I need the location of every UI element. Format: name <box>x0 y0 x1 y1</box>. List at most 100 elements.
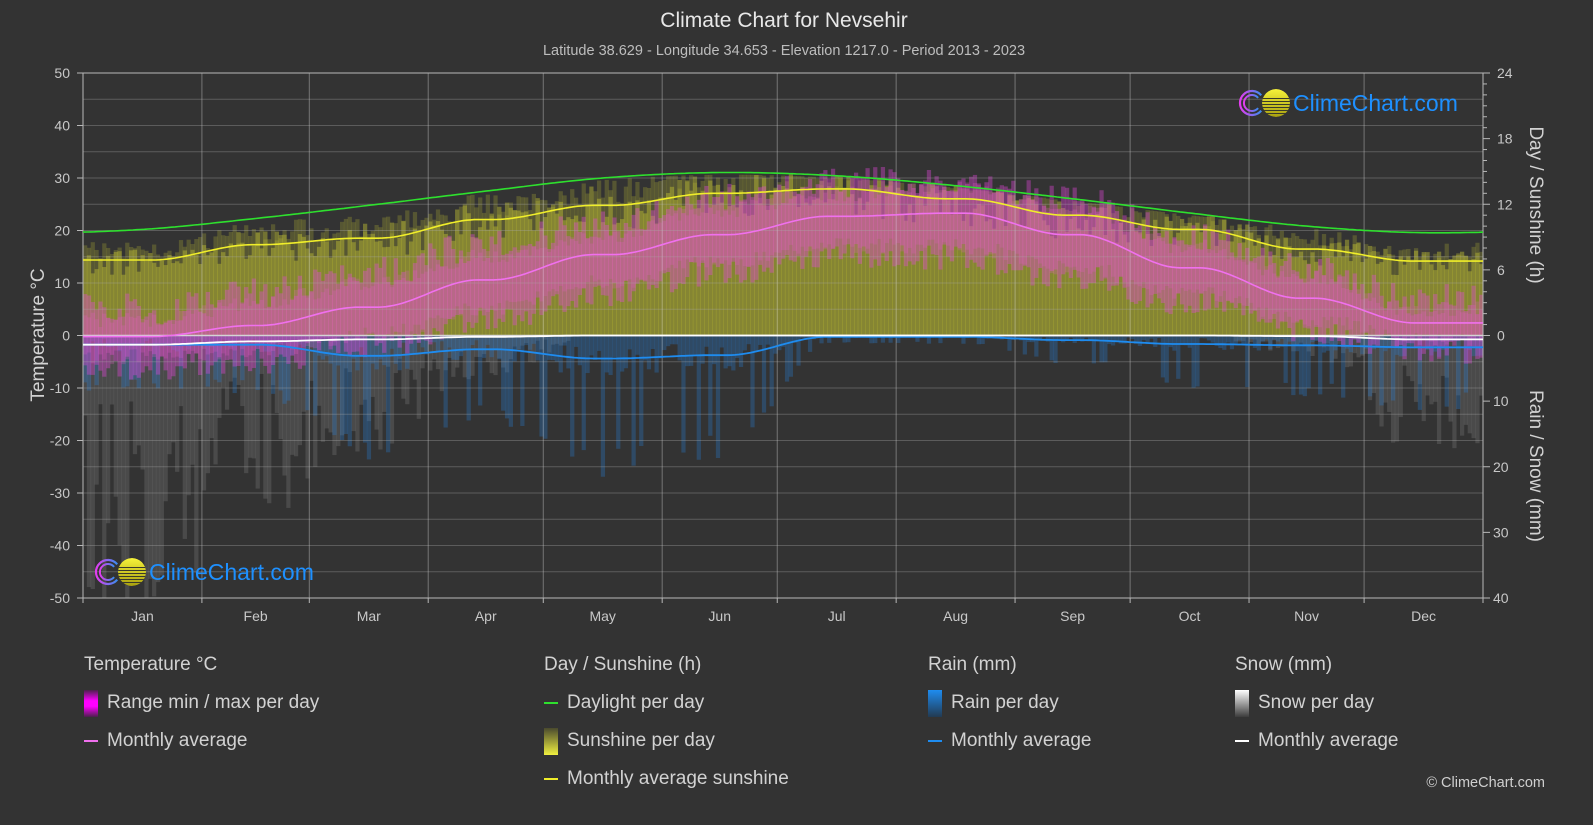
temperature-range-day-bar <box>504 261 510 301</box>
rain-day-bar <box>332 335 337 436</box>
snow-day-bar <box>159 335 164 576</box>
temperature-range-day-bar <box>735 216 740 265</box>
temperature-range-day-bar <box>531 246 537 305</box>
rain-day-bar <box>593 335 598 360</box>
rain-day-bar <box>635 335 640 355</box>
temperature-average-swatch <box>84 740 98 742</box>
temperature-range-day-bar <box>527 255 533 302</box>
temperature-range-day-bar <box>616 241 621 288</box>
right-tick-label-sunshine: 24 <box>1497 65 1513 81</box>
temperature-range-day-bar <box>727 214 732 265</box>
right-tick-label-precipitation: 30 <box>1493 524 1509 540</box>
temperature-range-day-bar <box>393 280 398 337</box>
temperature-range-day-bar <box>1325 284 1330 321</box>
temperature-range-day-bar <box>401 278 406 324</box>
temperature-range-day-bar <box>781 192 786 251</box>
temperature-range-day-bar <box>899 189 905 252</box>
logo-sun-icon <box>118 558 146 586</box>
temperature-range-day-bar <box>474 258 479 316</box>
snow-day-bar <box>194 335 199 573</box>
left-tick-label: 10 <box>54 275 70 291</box>
rain-day-bar <box>497 335 502 360</box>
month-label: Sep <box>1060 608 1085 624</box>
temperature-range-day-bar <box>217 302 222 360</box>
temperature-range-day-bar <box>1310 278 1315 321</box>
rain-day-bar <box>1329 335 1334 384</box>
temperature-range-day-bar <box>984 186 989 255</box>
temperature-range-day-bar <box>1003 203 1008 260</box>
temperature-range-day-bar <box>171 323 176 358</box>
rain-day-bar <box>616 335 621 449</box>
temperature-range-day-bar <box>90 312 95 364</box>
temperature-range-day-bar <box>1463 312 1469 337</box>
legend-item-snow-average: Monthly average <box>1235 722 1398 760</box>
temperature-range-day-bar <box>1375 302 1380 337</box>
temperature-range-day-bar <box>439 266 444 318</box>
temperature-range-day-bar <box>1233 260 1238 298</box>
rain-day-bar <box>1318 335 1323 395</box>
temperature-range-day-bar <box>689 209 694 262</box>
temperature-range-day-bar <box>1344 288 1350 318</box>
right-tick-label-precipitation: 10 <box>1493 393 1509 409</box>
rain-day-bar <box>543 335 548 439</box>
temperature-range-day-bar <box>608 236 613 279</box>
temperature-range-day-bar <box>662 220 667 271</box>
rain-day-bar <box>1187 335 1192 348</box>
temperature-range-day-bar <box>1390 309 1396 347</box>
left-tick-label: 0 <box>62 328 70 344</box>
temperature-range-day-bar <box>301 288 306 342</box>
temperature-range-day-bar <box>700 212 705 261</box>
temperature-range-day-bar <box>1329 279 1334 317</box>
month-label: Mar <box>357 608 381 624</box>
rain-day-bar <box>712 335 717 365</box>
rain-day-bar <box>573 335 579 347</box>
temperature-range-day-bar <box>639 235 644 281</box>
rain-day-bar <box>512 335 517 362</box>
rain-day-bar <box>1099 335 1104 363</box>
rain-day-bar <box>1283 335 1288 383</box>
legend-title: Temperature °C <box>84 654 218 675</box>
temperature-range-day-bar <box>1045 207 1050 269</box>
temperature-range-day-bar <box>443 266 448 319</box>
rain-day-bar <box>758 335 763 345</box>
rain-day-bar <box>696 335 701 460</box>
temperature-range-day-bar <box>777 205 782 253</box>
temperature-range-day-bar <box>109 322 115 365</box>
temperature-range-day-bar <box>247 305 253 356</box>
temperature-range-day-bar <box>278 305 283 344</box>
rain-per-day-swatch <box>928 689 942 717</box>
temperature-range-day-bar <box>1057 216 1062 261</box>
temperature-range-day-bar <box>1191 245 1196 293</box>
rain-day-bar <box>754 335 759 351</box>
rain-average-swatch <box>928 740 942 742</box>
temperature-range-day-bar <box>723 211 728 261</box>
right-tick-label-sunshine: 18 <box>1497 131 1513 147</box>
temperature-range-day-bar <box>1302 278 1307 325</box>
rain-day-bar <box>1168 335 1173 348</box>
legend-item-sunshine-average: Monthly average sunshine <box>544 760 789 798</box>
rain-day-bar <box>570 335 575 457</box>
temperature-range-day-bar <box>1318 283 1323 328</box>
right-tick-label-sunshine: 6 <box>1497 262 1505 278</box>
rain-day-bar <box>619 335 625 372</box>
temperature-range-day-bar <box>1110 223 1116 277</box>
legend-item-daylight: Daylight per day <box>544 684 789 722</box>
temperature-range-day-bar <box>1260 275 1265 317</box>
temperature-range-day-bar <box>823 192 828 250</box>
snow-day-bar <box>401 335 406 399</box>
month-label: Nov <box>1294 608 1319 624</box>
month-label: Aug <box>943 608 968 624</box>
snow-day-bar <box>416 335 421 419</box>
rain-day-bar <box>623 335 629 369</box>
temperature-range-day-bar <box>650 220 655 280</box>
temperature-range-day-bar <box>911 183 916 254</box>
temperature-range-day-bar <box>804 198 809 251</box>
temperature-range-day-bar <box>1114 220 1120 284</box>
temperature-range-day-bar <box>635 229 640 278</box>
right-tick-label-precipitation: 20 <box>1493 459 1509 475</box>
left-tick-label: 50 <box>54 65 70 81</box>
temperature-range-day-bar <box>320 292 326 339</box>
rain-day-bar <box>666 335 671 347</box>
rain-day-bar <box>608 335 613 376</box>
legend-title: Day / Sunshine (h) <box>544 654 702 675</box>
